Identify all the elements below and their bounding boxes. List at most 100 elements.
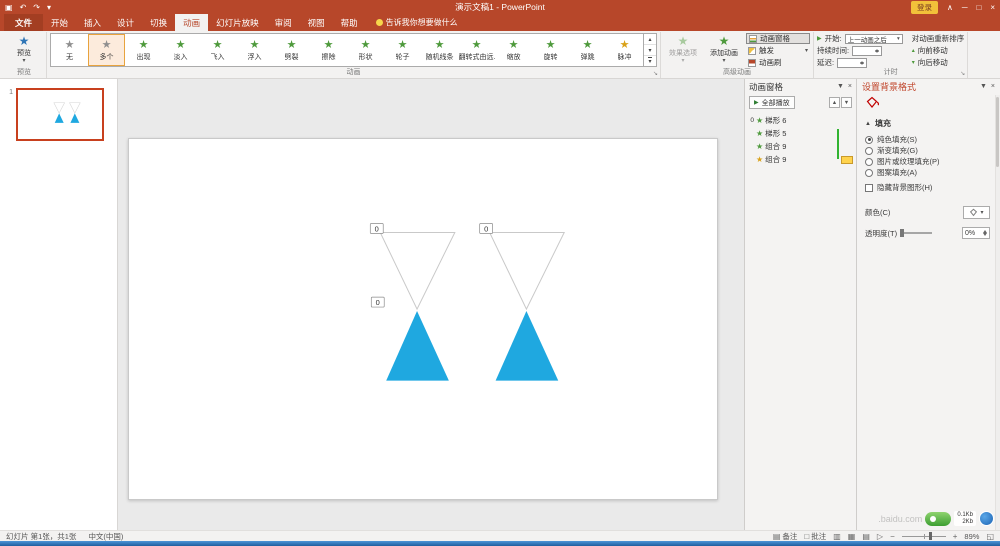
ribbon-tab[interactable]: 切换 bbox=[142, 14, 175, 31]
quick-access-dropdown-icon[interactable]: ▾ bbox=[47, 3, 51, 12]
gallery-more-icon[interactable]: ▾ bbox=[644, 56, 656, 66]
tell-me-box[interactable]: 告诉我你想要做什么 bbox=[376, 14, 458, 31]
comments-button[interactable]: □ 批注 bbox=[804, 531, 826, 542]
ribbon-tab[interactable]: 幻灯片放映 bbox=[208, 14, 267, 31]
animation-effect-item[interactable]: ★ 飞入 bbox=[199, 34, 236, 66]
animation-effect-item[interactable]: ★ 随机线条 bbox=[421, 34, 458, 66]
gallery-scroll-up-icon[interactable]: ▴ bbox=[644, 34, 656, 45]
add-animation-button[interactable]: ★ 添加动画 ▾ bbox=[705, 33, 743, 64]
animation-effect-item[interactable]: ★ 劈裂 bbox=[273, 34, 310, 66]
option-control[interactable] bbox=[865, 169, 873, 177]
slideshow-icon[interactable]: ▷ bbox=[877, 532, 883, 541]
animation-order-badge[interactable]: 0 bbox=[480, 224, 493, 234]
windows-taskbar-edge[interactable] bbox=[0, 541, 1000, 546]
ribbon-tab[interactable]: 帮助 bbox=[333, 14, 366, 31]
triangle-shape-1[interactable] bbox=[386, 311, 449, 381]
fit-to-window-icon[interactable]: ◱ bbox=[986, 532, 994, 541]
animation-effect-item[interactable]: ★ 淡入 bbox=[162, 34, 199, 66]
transparency-value-spinner[interactable]: 0% bbox=[962, 227, 990, 239]
maximize-button[interactable]: □ bbox=[976, 3, 981, 12]
ribbon-tab[interactable]: 开始 bbox=[43, 14, 76, 31]
undo-icon[interactable]: ↶ bbox=[20, 3, 27, 12]
normal-view-icon[interactable]: ▥ bbox=[833, 532, 841, 541]
language-indicator[interactable]: 中文(中国) bbox=[88, 531, 123, 542]
ribbon-tab[interactable]: 文件 bbox=[4, 14, 43, 31]
animation-effect-item[interactable]: ★ 旋转 bbox=[532, 34, 569, 66]
notes-button[interactable]: ▤ 备注 bbox=[773, 531, 798, 542]
fill-section-header[interactable]: ▲ 填充 bbox=[865, 118, 990, 129]
color-dropdown-button[interactable]: ▾ bbox=[963, 206, 990, 219]
animation-list-item[interactable]: 0 ★ 梯形 6 bbox=[745, 114, 856, 127]
fill-bucket-icon[interactable] bbox=[865, 96, 879, 109]
ribbon-tab[interactable]: 设计 bbox=[109, 14, 142, 31]
fill-option[interactable]: 图片或纹理填充(P) bbox=[865, 156, 990, 167]
animation-timing-bar[interactable] bbox=[841, 156, 853, 164]
animation-effect-item[interactable]: ★ 弹跳 bbox=[569, 34, 606, 66]
zoom-in-icon[interactable]: + bbox=[953, 532, 958, 541]
fill-option[interactable]: 隐藏背景图形(H) bbox=[865, 182, 990, 193]
zoom-out-icon[interactable]: − bbox=[890, 532, 895, 541]
close-button[interactable]: × bbox=[990, 3, 995, 12]
fill-option[interactable]: 渐变填充(G) bbox=[865, 145, 990, 156]
animation-pane-toggle[interactable]: 动画窗格 bbox=[746, 33, 810, 44]
move-up-button[interactable]: ▲ bbox=[829, 97, 840, 108]
animation-effect-item[interactable]: ★ 出现 bbox=[125, 34, 162, 66]
dialog-launcher-icon[interactable]: ↘ bbox=[960, 71, 965, 77]
slider-thumb[interactable] bbox=[900, 229, 904, 237]
triangle-shape-2[interactable] bbox=[496, 311, 559, 381]
close-icon[interactable]: × bbox=[991, 83, 995, 90]
animation-effect-item[interactable]: ★ 缩放 bbox=[495, 34, 532, 66]
option-control[interactable] bbox=[865, 158, 873, 166]
ribbon-tab[interactable]: 插入 bbox=[76, 14, 109, 31]
move-down-button[interactable]: ▼ bbox=[841, 97, 852, 108]
duration-spinner[interactable] bbox=[852, 46, 882, 56]
ribbon-tab[interactable]: 动画 bbox=[175, 14, 208, 31]
pane-menu-icon[interactable]: ▼ bbox=[980, 83, 987, 90]
dialog-launcher-icon[interactable]: ↘ bbox=[653, 71, 658, 77]
zoom-level[interactable]: 89% bbox=[964, 532, 979, 541]
animation-timing-bar[interactable] bbox=[841, 117, 853, 125]
animation-list-item[interactable]: ★ 组合 9 bbox=[745, 153, 856, 166]
animation-effect-item[interactable]: ★ 无 bbox=[51, 34, 88, 66]
animation-effect-item[interactable]: ★ 翻转式由远.. bbox=[458, 34, 495, 66]
close-icon[interactable]: × bbox=[848, 83, 852, 90]
option-control[interactable] bbox=[865, 136, 873, 144]
trapezoid-outline-shape-1[interactable] bbox=[380, 232, 455, 309]
animation-effect-item[interactable]: ★ 形状 bbox=[347, 34, 384, 66]
play-all-button[interactable]: ▶ 全部播放 bbox=[749, 96, 795, 109]
animation-effect-item[interactable]: ★ 脉冲 bbox=[606, 34, 643, 66]
animation-list-item[interactable]: ★ 组合 9 bbox=[745, 140, 856, 153]
zoom-slider-thumb[interactable] bbox=[929, 532, 932, 540]
ribbon-display-options-icon[interactable]: ∧ bbox=[947, 3, 953, 12]
animation-effect-item[interactable]: ★ 擦除 bbox=[310, 34, 347, 66]
reading-view-icon[interactable]: ▤ bbox=[862, 532, 870, 541]
transparency-slider[interactable] bbox=[900, 232, 932, 234]
slide[interactable]: 0 0 0 bbox=[128, 138, 718, 500]
zoom-slider[interactable] bbox=[902, 536, 946, 537]
ribbon-tab[interactable]: 审阅 bbox=[267, 14, 300, 31]
slide-sorter-icon[interactable]: ▦ bbox=[848, 532, 856, 541]
animation-effect-item[interactable]: ★ 浮入 bbox=[236, 34, 273, 66]
start-dropdown[interactable]: 上一动画之后 ▾ bbox=[845, 34, 903, 44]
move-earlier-button[interactable]: ▴ 向前移动 bbox=[912, 45, 965, 56]
animation-effect-item[interactable]: ★ 多个 bbox=[88, 34, 125, 66]
fill-option[interactable]: 图案填充(A) bbox=[865, 167, 990, 178]
trapezoid-outline-shape-2[interactable] bbox=[490, 232, 565, 309]
minimize-button[interactable]: ─ bbox=[962, 3, 968, 12]
animation-timing-bar[interactable] bbox=[841, 143, 853, 151]
preview-button[interactable]: ★ 预览 ▾ bbox=[5, 33, 43, 64]
animation-effect-item[interactable]: ★ 轮子 bbox=[384, 34, 421, 66]
login-button[interactable]: 登录 bbox=[911, 1, 938, 14]
pane-menu-icon[interactable]: ▼ bbox=[837, 83, 844, 90]
redo-icon[interactable]: ↷ bbox=[33, 3, 40, 12]
option-control[interactable] bbox=[865, 184, 873, 192]
pane-scrollbar[interactable] bbox=[995, 95, 1000, 530]
ribbon-tab[interactable]: 视图 bbox=[300, 14, 333, 31]
save-icon[interactable]: ▣ bbox=[5, 3, 13, 12]
gallery-scroll-down-icon[interactable]: ▾ bbox=[644, 45, 656, 56]
animation-timing-bar[interactable] bbox=[841, 130, 853, 138]
slide-canvas-area[interactable]: 0 0 0 bbox=[118, 79, 744, 530]
delay-spinner[interactable] bbox=[837, 58, 867, 68]
fill-option[interactable]: 纯色填充(S) bbox=[865, 134, 990, 145]
option-control[interactable] bbox=[865, 147, 873, 155]
